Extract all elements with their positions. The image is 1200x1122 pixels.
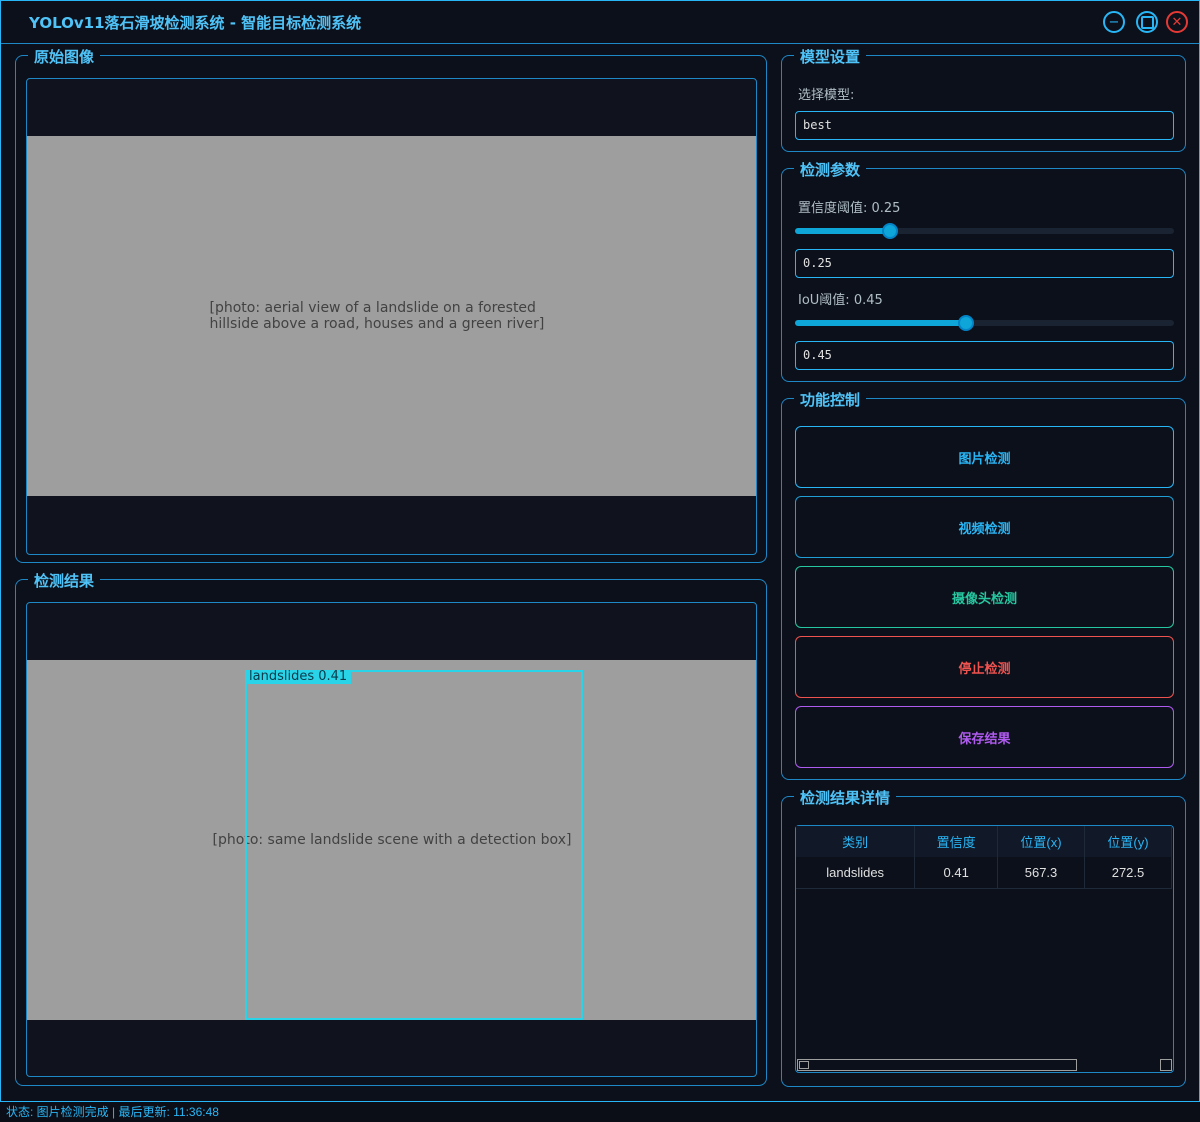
maximize-icon[interactable] xyxy=(1136,11,1158,33)
table-row[interactable]: landslides 0.41 567.3 272.5 xyxy=(796,857,1172,889)
model-select[interactable]: best xyxy=(795,111,1174,140)
confidence-slider-handle[interactable] xyxy=(881,223,898,239)
panel-title: 模型设置 xyxy=(794,46,867,67)
iou-slider-handle[interactable] xyxy=(957,315,974,331)
iou-label: IoU阈值: 0.45 xyxy=(798,293,883,308)
minimize-icon[interactable]: − xyxy=(1103,11,1125,33)
detection-label: landslides 0.41 xyxy=(245,670,352,684)
confidence-input[interactable]: 0.25 xyxy=(795,249,1174,278)
panel-title: 检测参数 xyxy=(794,159,867,180)
stop-detect-button[interactable]: 停止检测 xyxy=(795,636,1174,698)
camera-detect-button[interactable]: 摄像头检测 xyxy=(795,566,1174,628)
detection-box: landslides 0.41 xyxy=(245,670,583,1020)
image-detect-button[interactable]: 图片检测 xyxy=(795,426,1174,488)
model-settings-panel: 模型设置 选择模型: best xyxy=(781,46,1186,152)
results-table: 类别 置信度 位置(x) 位置(y) landslides 0.41 567.3… xyxy=(796,826,1172,889)
cell-class: landslides xyxy=(796,857,916,889)
scrollbar-right-arrow-icon[interactable] xyxy=(1160,1059,1172,1071)
panel-title: 功能控制 xyxy=(794,389,867,410)
panel-title: 检测结果 xyxy=(28,570,101,591)
original-image: [photo: aerial view of a landslide on a … xyxy=(27,136,756,496)
panel-title: 检测结果详情 xyxy=(794,787,897,808)
video-detect-button[interactable]: 视频检测 xyxy=(795,496,1174,558)
confidence-label: 置信度阈值: 0.25 xyxy=(798,201,901,216)
horizontal-scrollbar[interactable] xyxy=(797,1059,1077,1071)
cell-x: 567.3 xyxy=(997,857,1085,889)
scrollbar-left-arrow-icon[interactable] xyxy=(799,1061,809,1069)
result-image-frame: [photo: same landslide scene with a dete… xyxy=(26,602,757,1077)
iou-input[interactable]: 0.45 xyxy=(795,341,1174,370)
column-header[interactable]: 位置(y) xyxy=(1084,826,1172,857)
iou-slider-fill xyxy=(795,320,966,326)
confidence-slider-fill xyxy=(795,228,890,234)
confidence-slider[interactable] xyxy=(795,223,1174,239)
result-image-panel: 检测结果 [photo: same landslide scene with a… xyxy=(15,570,767,1086)
detection-params-panel: 检测参数 置信度阈值: 0.25 0.25 IoU阈值: 0.45 0.45 xyxy=(781,159,1186,382)
app-window: YOLOv11落石滑坡检测系统 - 智能目标检测系统 − ✕ 原始图像 [pho… xyxy=(0,0,1200,1102)
close-icon[interactable]: ✕ xyxy=(1166,11,1188,33)
column-header[interactable]: 置信度 xyxy=(914,826,999,857)
model-select-label: 选择模型: xyxy=(798,88,855,103)
window-title: YOLOv11落石滑坡检测系统 - 智能目标检测系统 xyxy=(29,14,362,32)
original-image-frame: [photo: aerial view of a landslide on a … xyxy=(26,78,757,555)
table-header-row: 类别 置信度 位置(x) 位置(y) xyxy=(796,826,1172,857)
status-bar: 状态: 图片检测完成 | 最后更新: 11:36:48 xyxy=(0,1102,1200,1122)
original-image-panel: 原始图像 [photo: aerial view of a landslide … xyxy=(15,46,767,563)
iou-slider[interactable] xyxy=(795,315,1174,331)
result-image: [photo: same landslide scene with a dete… xyxy=(27,660,756,1020)
save-results-button[interactable]: 保存结果 xyxy=(795,706,1174,768)
title-bar: YOLOv11落石滑坡检测系统 - 智能目标检测系统 − ✕ xyxy=(1,1,1199,44)
panel-title: 原始图像 xyxy=(28,46,101,67)
cell-confidence: 0.41 xyxy=(914,857,999,889)
column-header[interactable]: 类别 xyxy=(796,826,916,857)
cell-y: 272.5 xyxy=(1084,857,1172,889)
column-header[interactable]: 位置(x) xyxy=(997,826,1085,857)
